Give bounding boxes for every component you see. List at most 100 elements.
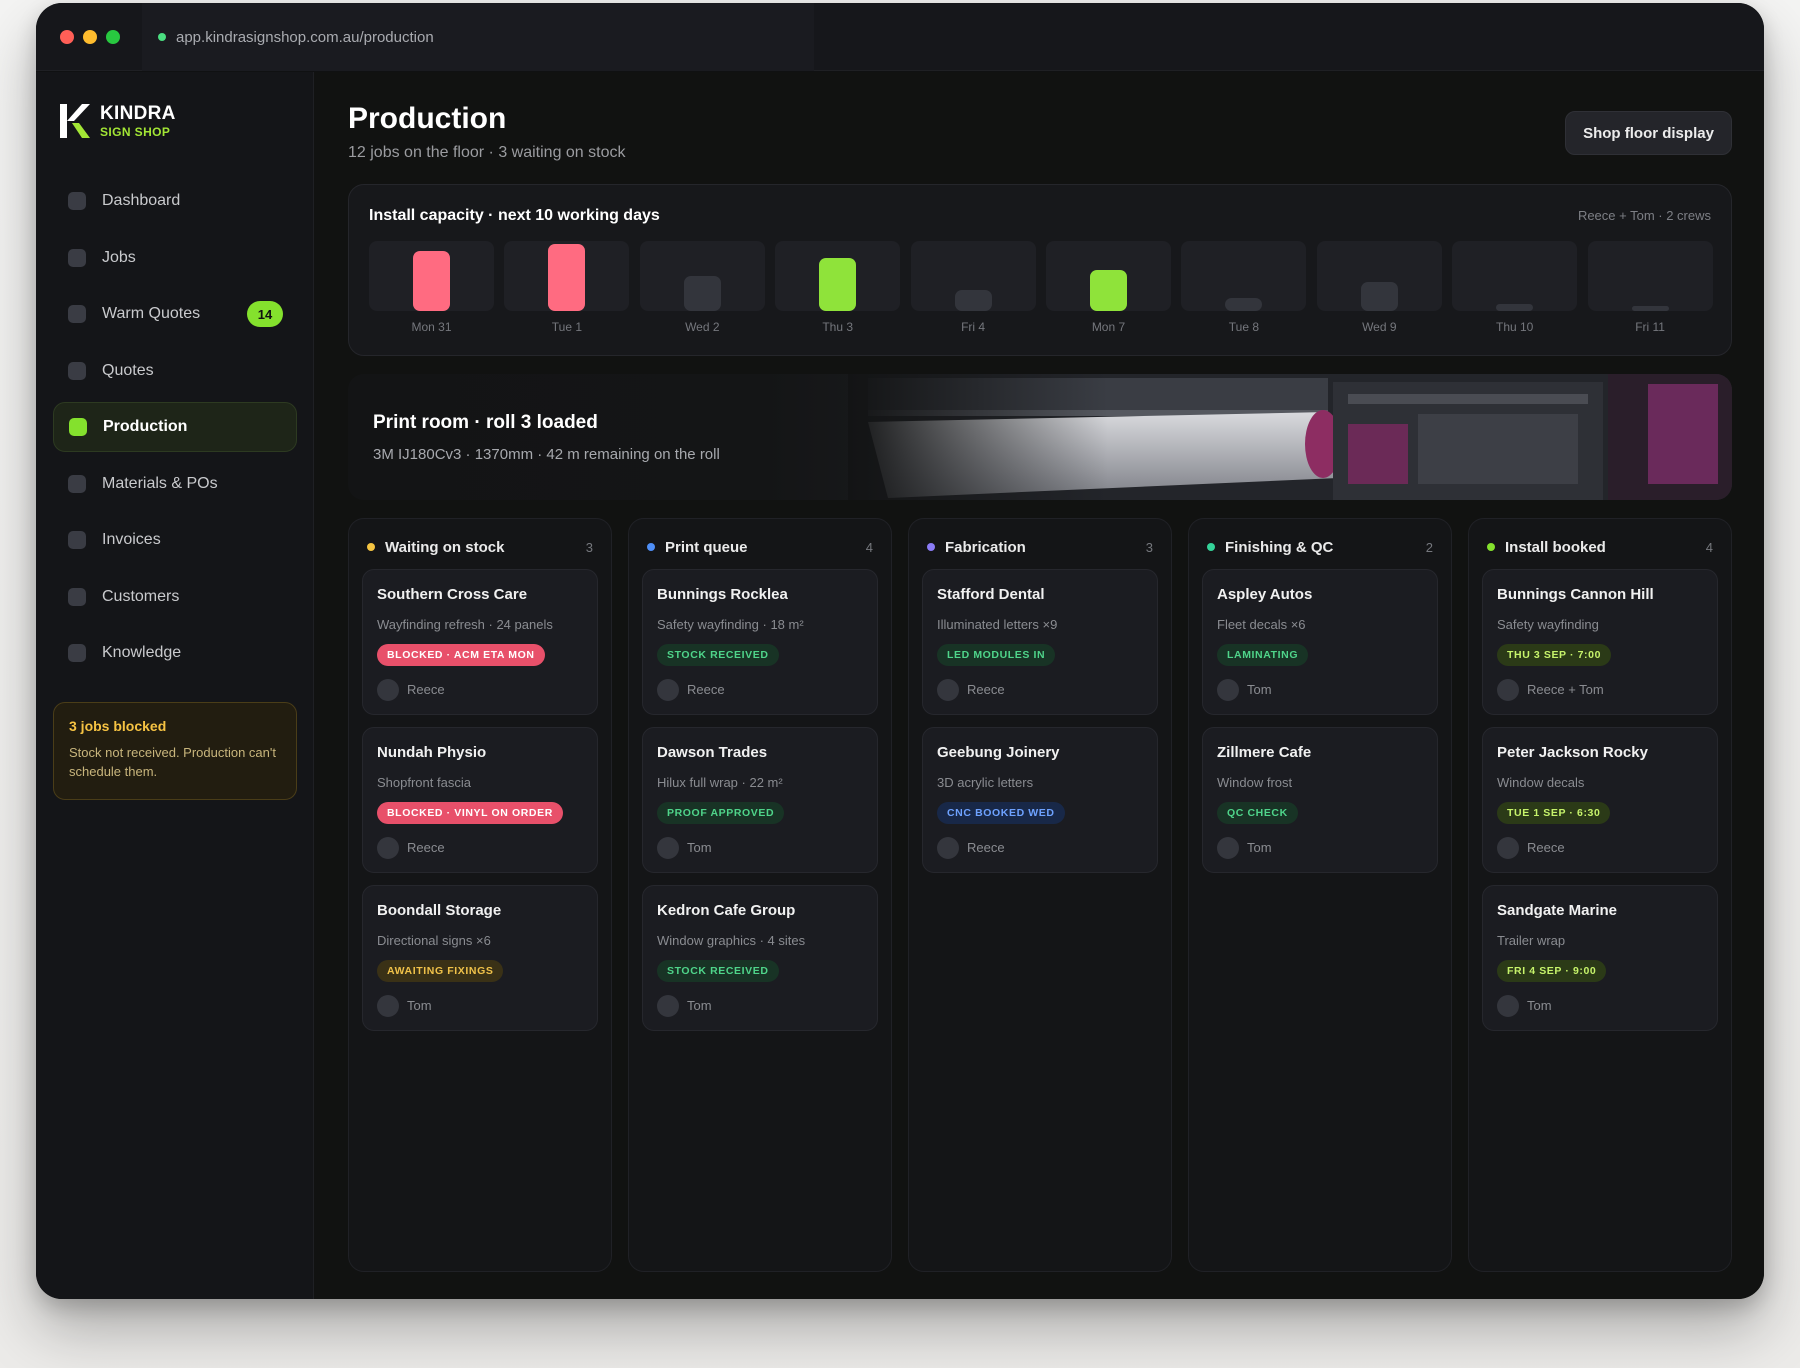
capacity-day[interactable]: Thu 10: [1452, 241, 1578, 341]
sidebar-item-customers[interactable]: Customers: [53, 572, 297, 622]
column-header[interactable]: Print queue 4: [647, 537, 873, 557]
production-board: Waiting on stock 3 Southern Cross Care Wayf…: [348, 518, 1732, 1272]
column-title: Install booked: [1505, 538, 1606, 556]
job-description: Window graphics · 4 sites: [657, 933, 806, 948]
job-title: Sandgate Marine: [1497, 902, 1618, 919]
job-card[interactable]: Stafford Dental Illuminated letters ×9 LED…: [922, 569, 1158, 715]
install-capacity-panel: Install capacity · next 10 working days …: [348, 184, 1732, 356]
capacity-day-label: Thu 3: [822, 320, 854, 334]
capacity-bar: [954, 290, 992, 311]
job-card[interactable]: Nundah Physio Shopfront fascia BLOCKED · V…: [362, 727, 598, 873]
job-card[interactable]: Dawson Trades Hilux full wrap · 22 m² PROO…: [642, 727, 878, 873]
brand-logo[interactable]: KINDRA SIGN SHOP: [60, 104, 176, 138]
job-card[interactable]: Geebung Joinery 3D acrylic letters CNC BOO…: [922, 727, 1158, 873]
column-title: Waiting on stock: [385, 538, 505, 556]
assignee-name: Tom: [1247, 840, 1272, 855]
capacity-day[interactable]: Mon 31: [369, 241, 494, 341]
sidebar-item-production[interactable]: Production: [53, 402, 297, 452]
shop-floor-display-button[interactable]: Shop floor display: [1565, 111, 1732, 155]
brand-name: KINDRA: [100, 103, 176, 124]
warm-quotes-icon: [68, 305, 86, 323]
job-description: Shopfront fascia: [377, 775, 471, 790]
column-header[interactable]: Waiting on stock 3: [367, 537, 593, 557]
column-status-dot-icon: [367, 543, 375, 551]
job-description: Window frost: [1217, 775, 1293, 790]
capacity-bar: [1360, 282, 1398, 311]
assignee-avatar: [377, 679, 399, 701]
sidebar-item-materials[interactable]: Materials & POs: [53, 459, 297, 509]
job-description: Hilux full wrap · 22 m²: [657, 775, 783, 790]
job-card[interactable]: Bunnings Cannon Hill Safety wayfinding THU…: [1482, 569, 1718, 715]
jobs-icon: [68, 248, 86, 267]
assignee-name: Reece: [1527, 840, 1565, 855]
job-card[interactable]: Peter Jackson Rocky Window decals TUE 1 SE…: [1482, 727, 1718, 873]
maximize-window-button[interactable]: [106, 30, 120, 44]
assignee-name: Tom: [407, 998, 432, 1013]
address-bar[interactable]: app.kindrasignshop.com.au/production: [142, 3, 814, 71]
assignee-avatar: [1217, 679, 1239, 701]
job-title: Boondall Storage: [377, 902, 502, 919]
capacity-day[interactable]: Mon 7: [1046, 241, 1171, 341]
column-header[interactable]: Finishing & QC 2: [1207, 537, 1433, 557]
board-column: Fabrication 3 Stafford Dental Illuminated l…: [908, 518, 1172, 1272]
capacity-day[interactable]: Wed 9: [1316, 241, 1442, 341]
sidebar-nav: Dashboard Jobs Warm Quotes 14 Quotes Pro…: [53, 176, 297, 685]
capacity-day[interactable]: Thu 3: [775, 241, 901, 341]
print-room-subtitle: 3M IJ180Cv3 · 1370mm · 42 m remaining on…: [373, 446, 720, 463]
capacity-slot: [1181, 241, 1307, 311]
warm-quotes-count-badge: 14: [247, 301, 283, 327]
job-card[interactable]: Zillmere Cafe Window frost QC CHECK Tom: [1202, 727, 1438, 873]
column-header[interactable]: Fabrication 3: [927, 537, 1153, 557]
job-status-tag: TUE 1 SEP · 6:30: [1497, 802, 1611, 824]
capacity-day-label: Mon 7: [1091, 320, 1126, 334]
alert-title: 3 jobs blocked: [69, 718, 167, 734]
capacity-day[interactable]: Wed 2: [639, 241, 765, 341]
assignee-name: Tom: [687, 998, 712, 1013]
invoices-icon: [68, 531, 86, 549]
job-description: 3D acrylic letters: [937, 775, 1034, 790]
sidebar-item-warm-quotes[interactable]: Warm Quotes 14: [53, 289, 297, 339]
sidebar-item-invoices[interactable]: Invoices: [53, 515, 297, 565]
job-card[interactable]: Aspley Autos Fleet decals ×6 LAMINATING Tom: [1202, 569, 1438, 715]
app-window: app.kindrasignshop.com.au/production KIN…: [36, 3, 1764, 1299]
job-card[interactable]: Southern Cross Care Wayfinding refresh · …: [362, 569, 598, 715]
job-card[interactable]: Sandgate Marine Trailer wrap FRI 4 SEP · 9…: [1482, 885, 1718, 1031]
job-description: Window decals: [1497, 775, 1585, 790]
sidebar-item-knowledge[interactable]: Knowledge: [53, 628, 297, 678]
column-count: 4: [865, 539, 873, 555]
window-controls: [60, 30, 120, 44]
capacity-slot: [1316, 241, 1442, 311]
capacity-day[interactable]: Tue 1: [504, 241, 630, 341]
job-status-tag: AWAITING FIXINGS: [377, 960, 504, 982]
blocked-jobs-alert[interactable]: 3 jobs blocked Stock not received. Produ…: [53, 702, 297, 800]
capacity-day-label: Thu 10: [1496, 320, 1534, 334]
job-title: Aspley Autos: [1217, 586, 1313, 603]
assignee-avatar: [1497, 679, 1519, 701]
capacity-day-label: Wed 9: [1362, 320, 1397, 334]
minimize-window-button[interactable]: [83, 30, 97, 44]
sidebar-item-quotes[interactable]: Quotes: [53, 346, 297, 396]
sidebar-item-dashboard[interactable]: Dashboard: [53, 176, 297, 226]
capacity-day[interactable]: Fri 4: [910, 241, 1036, 341]
close-window-button[interactable]: [60, 30, 74, 44]
capacity-day[interactable]: Tue 8: [1181, 241, 1307, 341]
capacity-day[interactable]: Fri 11: [1587, 241, 1713, 341]
job-card[interactable]: Kedron Cafe Group Window graphics · 4 sit…: [642, 885, 878, 1031]
job-title: Kedron Cafe Group: [657, 902, 796, 919]
capacity-slot: [775, 241, 901, 311]
assignee-name: Reece: [407, 682, 445, 697]
page-title: Production: [348, 102, 507, 135]
job-card[interactable]: Bunnings Rocklea Safety wayfinding · 18 m…: [642, 569, 878, 715]
sidebar-item-jobs[interactable]: Jobs: [53, 233, 297, 283]
sidebar-item-label: Materials & POs: [102, 474, 218, 492]
job-status-tag: BLOCKED · ACM ETA MON: [377, 644, 545, 666]
job-card[interactable]: Boondall Storage Directional signs ×6 AWAI…: [362, 885, 598, 1031]
sidebar-item-label: Invoices: [102, 531, 161, 548]
column-header[interactable]: Install booked 4: [1487, 537, 1713, 557]
url-text: app.kindrasignshop.com.au/production: [176, 28, 434, 46]
capacity-day-label: Wed 2: [685, 320, 720, 334]
job-status-tag: FRI 4 SEP · 9:00: [1497, 960, 1607, 982]
capacity-bar: [1090, 270, 1127, 311]
quotes-icon: [68, 361, 86, 380]
column-title: Fabrication: [945, 538, 1026, 556]
